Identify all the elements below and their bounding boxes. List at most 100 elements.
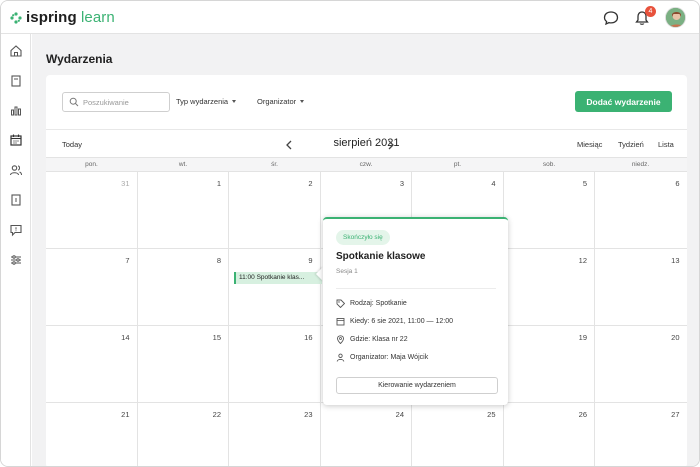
day-cell[interactable]: 25	[412, 403, 504, 466]
chevron-down-icon	[300, 100, 305, 103]
day-number: 3	[399, 179, 404, 188]
chart-icon[interactable]	[9, 103, 23, 117]
search-box[interactable]	[62, 92, 170, 112]
event-type-filter-label: Typ wydarzenia	[176, 97, 229, 106]
logo-text: ispring learn	[26, 9, 115, 26]
users-icon[interactable]	[9, 163, 23, 177]
day-number: 9	[308, 256, 313, 265]
calendar-icon[interactable]	[9, 133, 23, 147]
day-number: 27	[671, 410, 680, 419]
manage-event-button[interactable]: Kierowanie wydarzeniem	[336, 377, 498, 394]
weekday-label: wt.	[178, 161, 188, 168]
day-cell[interactable]: 23	[229, 403, 321, 466]
weekday-label: czw.	[359, 161, 373, 168]
calendar-icon	[336, 318, 345, 326]
day-cell[interactable]: 15	[138, 326, 229, 403]
sidebar	[1, 34, 31, 466]
day-number: 4	[491, 179, 496, 188]
day-number: 19	[578, 333, 587, 342]
day-number: 7	[125, 256, 130, 265]
user-avatar[interactable]	[665, 7, 686, 28]
day-number: 23	[304, 410, 313, 419]
organizer-filter[interactable]: Organizator	[257, 97, 305, 106]
add-event-button[interactable]: Dodać wydarzenie	[575, 91, 672, 112]
day-cell[interactable]: 13	[595, 249, 687, 326]
page-title: Wydarzenia	[46, 52, 113, 66]
weekday-label: śr.	[271, 161, 278, 168]
event-when-row: Kiedy: 6 sie 2021, 11:00 — 12:00	[336, 317, 453, 326]
day-cell[interactable]: 21	[46, 403, 138, 466]
weekday-label: pon.	[85, 161, 98, 168]
view-list-button[interactable]: Lista	[658, 140, 674, 149]
day-cell[interactable]: 20	[595, 326, 687, 403]
day-number: 22	[212, 410, 221, 419]
chat-icon[interactable]	[602, 9, 620, 27]
day-cell[interactable]: 26	[504, 403, 595, 466]
day-number: 6	[675, 179, 680, 188]
event-type-filter[interactable]: Typ wydarzenia	[176, 97, 237, 106]
day-cell[interactable]: 14	[46, 326, 138, 403]
day-cell[interactable]: 5	[504, 172, 595, 249]
event-when-text: Kiedy: 6 sie 2021, 11:00 — 12:00	[350, 318, 453, 325]
day-cell[interactable]: 2	[229, 172, 321, 249]
day-cell[interactable]: 12	[504, 249, 595, 326]
message-icon[interactable]	[9, 223, 23, 237]
event-chip[interactable]: 11:00 Spotkanie klas...	[234, 272, 322, 284]
ispring-logo-icon	[10, 11, 22, 24]
notification-badge: 4	[645, 6, 656, 17]
day-number: 12	[578, 256, 587, 265]
day-number: 16	[304, 333, 313, 342]
view-week-button[interactable]: Tydzień	[618, 140, 644, 149]
day-number: 13	[671, 256, 680, 265]
day-number: 8	[216, 256, 221, 265]
day-cell[interactable]: 8	[138, 249, 229, 326]
day-number: 15	[212, 333, 221, 342]
day-number: 20	[671, 333, 680, 342]
day-number: 24	[395, 410, 404, 419]
day-cell[interactable]: 31	[46, 172, 138, 249]
app-window: ispring learn 4 Wydarzenia Poszukiwanie …	[0, 0, 700, 467]
tag-icon	[336, 299, 345, 308]
view-month-button[interactable]: Miesiąc	[577, 140, 602, 149]
avatar-image	[666, 8, 685, 27]
search-input[interactable]	[83, 93, 167, 111]
event-popover: Skończyło się Spotkanie klasowe Sesja 1 …	[323, 217, 508, 405]
day-cell[interactable]: 6	[595, 172, 687, 249]
search-icon	[69, 97, 79, 107]
event-organizer-text: Organizator: Maja Wójcik	[350, 354, 429, 361]
weekday-header: pon. wt. śr. czw. pt. sob. niedz.	[46, 157, 687, 172]
day-cell[interactable]: 19	[504, 326, 595, 403]
day-number: 2	[308, 179, 313, 188]
person-icon	[336, 353, 345, 362]
logo[interactable]: ispring learn	[10, 9, 115, 26]
day-cell[interactable]: 27	[595, 403, 687, 466]
home-icon[interactable]	[9, 44, 23, 58]
day-number: 1	[216, 179, 221, 188]
day-number: 14	[121, 333, 130, 342]
chevron-down-icon	[232, 100, 237, 103]
event-where-text: Gdzie: Klasa nr 22	[350, 336, 408, 343]
event-organizer-row: Organizator: Maja Wójcik	[336, 353, 428, 362]
day-cell[interactable]: 7	[46, 249, 138, 326]
event-title: Spotkanie klasowe	[336, 251, 426, 262]
day-cell[interactable]: 16	[229, 326, 321, 403]
weekday-label: niedz.	[631, 161, 650, 168]
document-icon[interactable]	[9, 193, 23, 207]
divider	[336, 288, 496, 289]
day-number: 5	[582, 179, 587, 188]
organizer-filter-label: Organizator	[257, 97, 297, 106]
day-cell[interactable]: 22	[138, 403, 229, 466]
weekday-label: pt.	[453, 161, 462, 168]
event-type-text: Rodzaj: Spotkanie	[350, 300, 407, 307]
week-row: 21 22 23 24 25 26 27	[46, 403, 687, 466]
event-session: Sesja 1	[336, 268, 358, 275]
location-pin-icon	[337, 335, 344, 344]
book-icon[interactable]	[9, 74, 23, 88]
settings-sliders-icon[interactable]	[9, 253, 23, 267]
day-cell[interactable]: 1	[138, 172, 229, 249]
status-badge: Skończyło się	[336, 230, 390, 245]
day-cell[interactable]: 9	[229, 249, 321, 326]
chevron-right-icon[interactable]	[386, 139, 396, 151]
day-number: 21	[121, 410, 130, 419]
day-cell[interactable]: 24	[321, 403, 412, 466]
